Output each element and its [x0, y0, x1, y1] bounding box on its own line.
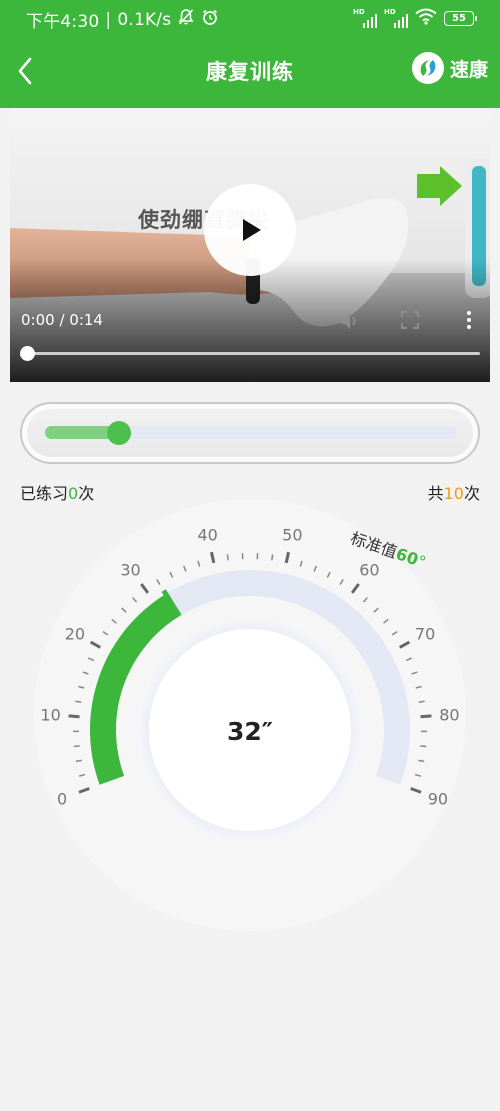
volume-button[interactable]: [338, 310, 360, 336]
gauge-tick-label: 0: [57, 789, 67, 808]
gauge-tick: [420, 745, 427, 748]
gauge-tick: [418, 700, 425, 704]
gauge-tick: [75, 759, 82, 763]
gauge-tick-label: 90: [428, 789, 448, 808]
gauge-tick-label: 60: [359, 561, 379, 580]
gauge-tick: [73, 745, 80, 748]
gauge-tick-label: 80: [439, 706, 459, 725]
status-divider: |: [105, 9, 112, 30]
wifi-icon: [415, 8, 437, 29]
gauge-tick: [226, 554, 229, 561]
current-angle-value: 32″: [227, 717, 273, 746]
gauge-tick: [68, 714, 80, 719]
signal-icon: HD: [384, 8, 408, 28]
gauge-tick: [271, 554, 274, 561]
angle-gauge: 0 10 20 30 40 50 60 70 80 90 32″ 标准值60°: [0, 500, 500, 960]
video-time: 0:00 / 0:14: [21, 311, 103, 329]
video-progress-knob[interactable]: [20, 346, 35, 361]
alarm-icon: [201, 8, 219, 31]
video-progress-track[interactable]: [28, 352, 480, 355]
gauge-tick-label: 50: [282, 526, 302, 545]
network-speed: 0.1K/s: [117, 9, 172, 30]
brand-name: 速康: [449, 58, 488, 81]
gauge-tick-label: 10: [40, 706, 60, 725]
gauge-tick: [75, 700, 82, 704]
mute-bell-icon: [177, 8, 195, 31]
brand: 速康: [411, 52, 488, 84]
practice-progress: [20, 402, 480, 464]
volume-icon: [341, 313, 356, 329]
battery-icon: 55: [444, 11, 477, 26]
status-right: HD HD 55: [353, 8, 477, 29]
play-icon: [243, 219, 261, 241]
status-bar: 下午4:30 | 0.1K/s HD HD 55: [0, 0, 500, 34]
practice-progress-track: [45, 421, 457, 445]
gauge-tick-label: 30: [120, 561, 140, 580]
more-icon: [467, 311, 471, 329]
video-player[interactable]: 使劲绷直脚尖 0:00 / 0:14: [10, 108, 490, 382]
fullscreen-button[interactable]: [400, 310, 420, 334]
battery-level: 55: [452, 13, 466, 24]
gauge-tick-label: 70: [415, 624, 435, 643]
angle-gauge-svg: 010203040 5060708090 32″ 标准值60°: [34, 500, 466, 931]
signal-icon: HD: [353, 8, 377, 28]
brand-logo: [411, 52, 444, 84]
play-button[interactable]: [204, 184, 296, 276]
practice-progress-knob[interactable]: [107, 421, 132, 445]
gauge-tick-label: 20: [65, 624, 85, 643]
header: 康复训练 速康: [0, 34, 500, 108]
gauge-tick: [418, 759, 425, 763]
status-time: 下午4:30: [26, 12, 100, 32]
fullscreen-icon: [401, 311, 419, 329]
gauge-tick-label: 40: [197, 526, 217, 545]
gauge-tick: [420, 714, 432, 719]
status-left: 下午4:30 | 0.1K/s: [26, 7, 219, 32]
more-button[interactable]: [465, 310, 473, 334]
